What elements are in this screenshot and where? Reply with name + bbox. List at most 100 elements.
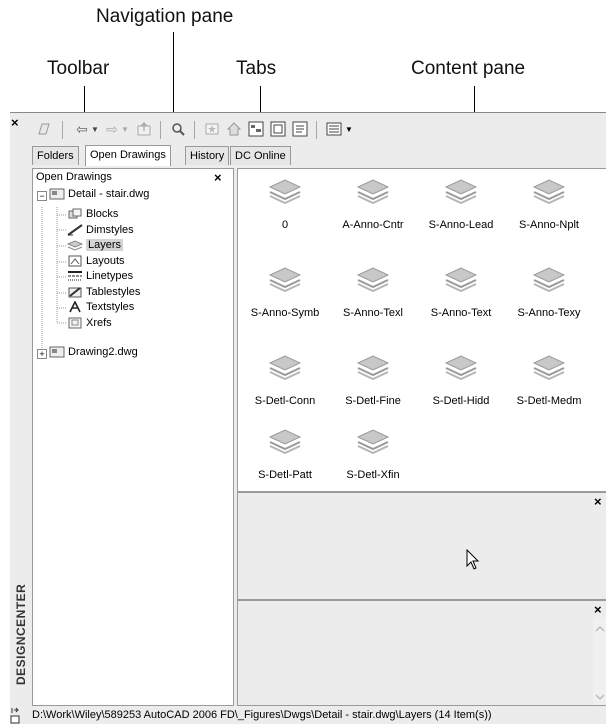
dimstyles-icon [67,224,83,236]
tab-history[interactable]: History [185,146,230,165]
favorites-icon[interactable] [202,120,222,138]
up-icon[interactable] [134,120,154,138]
tree-item-label: Drawing2.dwg [68,346,138,358]
tab-folders[interactable]: Folders [32,146,79,165]
layer-icon [444,179,478,205]
layer-icon [356,179,390,205]
back-dropdown-icon[interactable]: ▼ [90,120,100,138]
tree-item-layers[interactable]: Layers [67,238,124,253]
autohide-icon[interactable] [10,705,20,725]
layer-icon [268,355,302,381]
content-item-layer[interactable]: S-Anno-Texl [328,263,418,319]
content-pane: 0 A-Anno-Cntr S-Anno-Lead S-Anno-Nplt S-Anno… [237,168,606,492]
content-item-layer[interactable]: 0 [240,175,330,231]
scroll-down-icon[interactable] [593,691,606,703]
content-item-layer[interactable]: S-Anno-Lead [416,175,506,231]
content-item-label: S-Anno-Texy [517,307,581,319]
back-icon[interactable]: ⇦ [72,120,92,138]
window-close-icon[interactable]: × [11,116,19,129]
layer-icon [356,355,390,381]
content-item-layer[interactable]: S-Anno-Texy [504,263,594,319]
views-dropdown-icon[interactable]: ▼ [344,120,354,138]
content-item-layer[interactable]: A-Anno-Cntr [328,175,418,231]
content-item-label: 0 [281,219,289,231]
tree-view-toggle-icon[interactable] [246,120,266,138]
content-item-label: S-Anno-Lead [428,219,494,231]
layer-icon [268,267,302,293]
drawing-icon [49,188,65,200]
forward-icon[interactable]: ⇨ [102,120,122,138]
expander-expand-icon[interactable]: + [37,349,47,359]
load-icon[interactable] [34,120,54,138]
callout-tabs: Tabs [236,58,277,79]
callout-content-pane: Content pane [411,58,526,79]
content-item-layer[interactable]: S-Detl-Hidd [416,351,506,407]
designcenter-window: × DESIGNCENTER ⇦ ▼ ⇨ ▼ ▼ Folders Open Dr… [10,112,606,724]
tree-item-tablestyles[interactable]: Tablestyles [67,285,140,300]
description-pane: × [237,600,606,706]
content-item-label: S-Detl-Hidd [432,395,490,407]
scrollbar[interactable] [593,617,606,705]
content-item-label: S-Detl-Fine [345,395,401,407]
tree-item-drawing[interactable]: Detail - stair.dwg [49,187,149,202]
content-item-layer[interactable]: S-Anno-Text [416,263,506,319]
description-icon[interactable] [290,120,310,138]
content-item-layer[interactable]: S-Detl-Conn [240,351,330,407]
tree-item-label: Textstyles [86,301,135,313]
layer-icon [532,355,566,381]
forward-dropdown-icon[interactable]: ▼ [120,120,130,138]
toolbar-separator [316,121,317,139]
layer-icon [444,355,478,381]
blocks-icon [68,208,82,219]
content-item-layer[interactable]: S-Anno-Symb [240,263,330,319]
tree-item-xrefs[interactable]: Xrefs [67,316,112,331]
scroll-up-icon[interactable] [593,623,606,635]
content-item-layer[interactable]: S-Detl-Medm [504,351,594,407]
tree-item-layouts[interactable]: Layouts [67,254,125,269]
content-item-label: S-Detl-Conn [254,395,316,407]
preview-close-icon[interactable]: × [594,495,602,508]
nav-pane-close-icon[interactable]: × [214,171,222,184]
content-item-layer[interactable]: S-Detl-Patt [240,425,330,481]
home-icon[interactable] [224,120,244,138]
tree-item-label: Tablestyles [86,286,141,298]
layer-icon [356,267,390,293]
content-item-label: S-Detl-Xfin [346,469,400,481]
layer-icon [444,267,478,293]
tab-open-drawings[interactable]: Open Drawings [85,145,171,166]
content-item-label: S-Anno-Texl [343,307,403,319]
tree-item-drawing[interactable]: Drawing2.dwg [49,345,138,360]
layer-icon [532,179,566,205]
textstyles-icon [69,301,81,313]
tree-item-textstyles[interactable]: Textstyles [67,300,134,315]
linetypes-icon [68,271,82,281]
toolbar: ⇦ ▼ ⇨ ▼ ▼ [32,113,606,145]
content-item-layer[interactable]: S-Detl-Fine [328,351,418,407]
mouse-pointer-icon [466,549,480,570]
preview-icon[interactable] [268,120,288,138]
content-item-label: S-Anno-Text [430,307,492,319]
content-item-label: S-Detl-Medm [516,395,582,407]
callout-navigation-pane: Navigation pane [96,6,234,27]
callout-toolbar: Toolbar [47,58,110,79]
tree-item-dimstyles[interactable]: Dimstyles [67,223,134,238]
layer-icon [532,267,566,293]
navigation-pane: Open Drawings × − Detail - stair.dwg Blo… [32,168,234,706]
description-close-icon[interactable]: × [594,603,602,616]
tab-dc-online[interactable]: DC Online [230,146,291,165]
content-item-label: S-Anno-Symb [250,307,320,319]
tree-item-linetypes[interactable]: Linetypes [67,269,133,284]
content-item-layer[interactable]: S-Detl-Xfin [328,425,418,481]
layer-icon [356,429,390,455]
expander-collapse-icon[interactable]: − [37,191,47,201]
layer-icon [268,179,302,205]
views-icon[interactable] [324,120,344,138]
content-item-layer[interactable]: S-Anno-Nplt [504,175,594,231]
tree-item-blocks[interactable]: Blocks [67,207,118,222]
content-item-label: S-Anno-Nplt [519,219,579,231]
toolbar-separator [62,121,63,139]
layers-icon [67,240,83,251]
search-icon[interactable] [168,120,188,138]
tree-item-label: Blocks [86,208,119,220]
toolbar-separator [194,121,195,139]
